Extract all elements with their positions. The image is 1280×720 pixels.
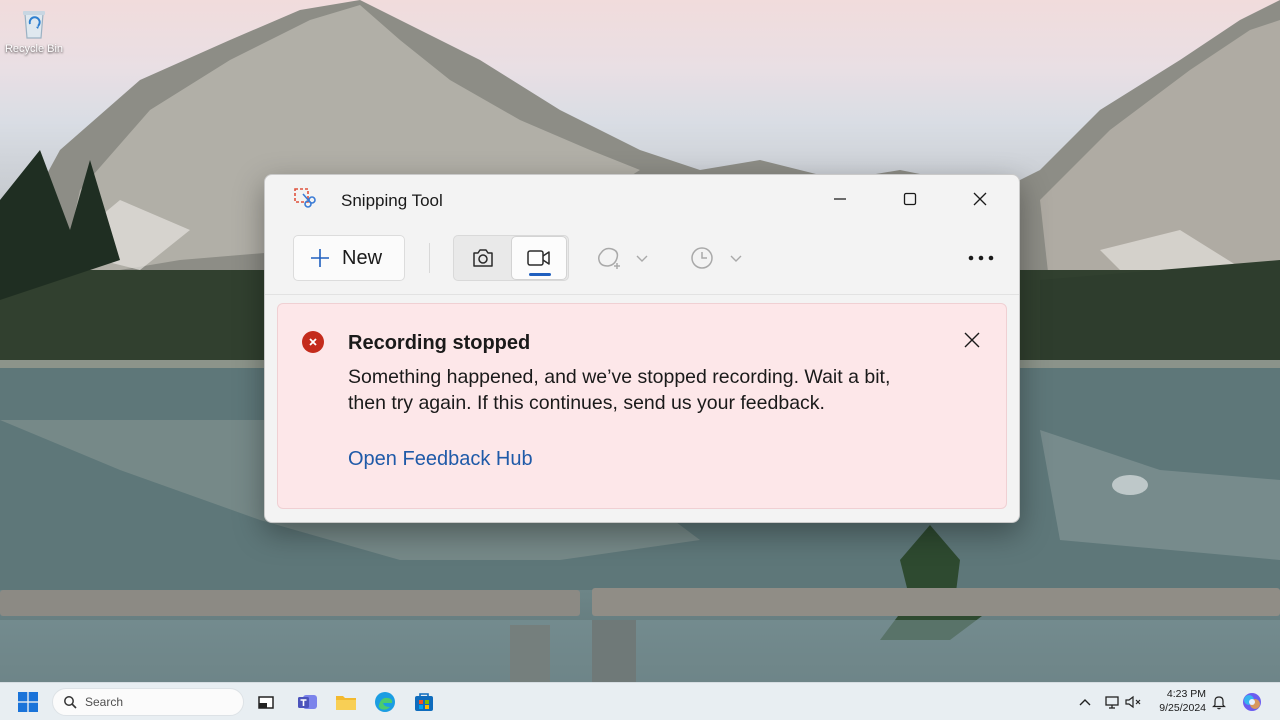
- copilot-button[interactable]: [1240, 690, 1264, 714]
- task-view-icon: [258, 696, 274, 709]
- start-button[interactable]: [18, 692, 38, 712]
- clock-date[interactable]: 9/25/2024: [1148, 702, 1206, 714]
- camera-icon: [473, 249, 493, 267]
- store-button[interactable]: [412, 690, 436, 714]
- taskbar-search-box[interactable]: Search: [52, 688, 244, 716]
- clock-time[interactable]: 4:23 PM: [1148, 688, 1206, 700]
- chevron-up-icon: [1079, 699, 1091, 706]
- recycle-bin-shortcut[interactable]: Recycle Bin: [4, 6, 64, 55]
- video-camera-icon: [527, 250, 550, 266]
- volume-button[interactable]: [1124, 690, 1144, 714]
- error-banner: Recording stopped Something happened, an…: [277, 303, 1007, 509]
- network-button[interactable]: [1104, 690, 1122, 714]
- minimize-button[interactable]: [805, 175, 875, 223]
- delay-dropdown[interactable]: [689, 235, 743, 281]
- screenshot-mode-button[interactable]: [455, 236, 511, 280]
- notifications-button[interactable]: [1210, 690, 1228, 714]
- window-title: Snipping Tool: [341, 191, 443, 210]
- close-icon: [973, 192, 987, 206]
- snipping-tool-window: Snipping Tool New Recording stopped Some…: [264, 174, 1020, 523]
- snip-shape-dropdown[interactable]: [595, 235, 649, 281]
- plus-icon: [311, 249, 329, 267]
- capture-mode-toggle: [453, 235, 569, 281]
- teams-icon: [298, 695, 317, 709]
- task-view-button[interactable]: [254, 690, 278, 714]
- file-explorer-icon: [336, 696, 356, 710]
- banner-message: Something happened, and we’ve stopped re…: [348, 366, 891, 414]
- close-icon: [964, 332, 980, 348]
- teams-button[interactable]: [296, 690, 320, 714]
- dismiss-banner-button[interactable]: [958, 326, 986, 354]
- record-mode-button[interactable]: [511, 236, 567, 280]
- title-bar[interactable]: Snipping Tool: [265, 175, 1019, 223]
- new-snip-button[interactable]: New: [293, 235, 405, 281]
- store-icon: [415, 693, 433, 711]
- file-explorer-button[interactable]: [334, 690, 358, 714]
- clock-icon: [691, 247, 713, 269]
- maximize-icon: [903, 192, 917, 206]
- edge-icon: [375, 692, 395, 712]
- edge-button[interactable]: [373, 690, 397, 714]
- minimize-icon: [834, 198, 846, 200]
- open-feedback-hub-link[interactable]: Open Feedback Hub: [348, 448, 533, 471]
- error-icon: [302, 331, 324, 353]
- recycle-bin-icon: [17, 6, 51, 40]
- selected-indicator: [529, 273, 551, 276]
- more-options-button[interactable]: [961, 235, 1001, 281]
- chevron-down-icon: [636, 255, 648, 262]
- new-button-label: New: [342, 246, 383, 269]
- snipping-tool-icon: [293, 187, 317, 211]
- recycle-bin-label: Recycle Bin: [4, 43, 64, 55]
- toolbar: New: [265, 223, 1019, 295]
- maximize-button[interactable]: [875, 175, 945, 223]
- toolbar-divider: [429, 243, 430, 273]
- search-icon: [64, 696, 77, 709]
- banner-title: Recording stopped: [348, 332, 531, 354]
- copilot-icon: [1243, 693, 1261, 711]
- network-icon: [1105, 696, 1119, 709]
- more-icon: [968, 255, 994, 261]
- chevron-down-icon: [730, 255, 742, 262]
- freeform-shape-icon: [598, 247, 620, 269]
- volume-muted-icon: [1125, 695, 1141, 709]
- close-window-button[interactable]: [945, 175, 1015, 223]
- start-icon: [18, 692, 38, 712]
- taskbar: Search 4:23 PM 9/25/2024: [0, 682, 1280, 720]
- search-placeholder: Search: [85, 695, 124, 709]
- bell-icon: [1212, 696, 1226, 710]
- show-hidden-icons-button[interactable]: [1076, 690, 1094, 714]
